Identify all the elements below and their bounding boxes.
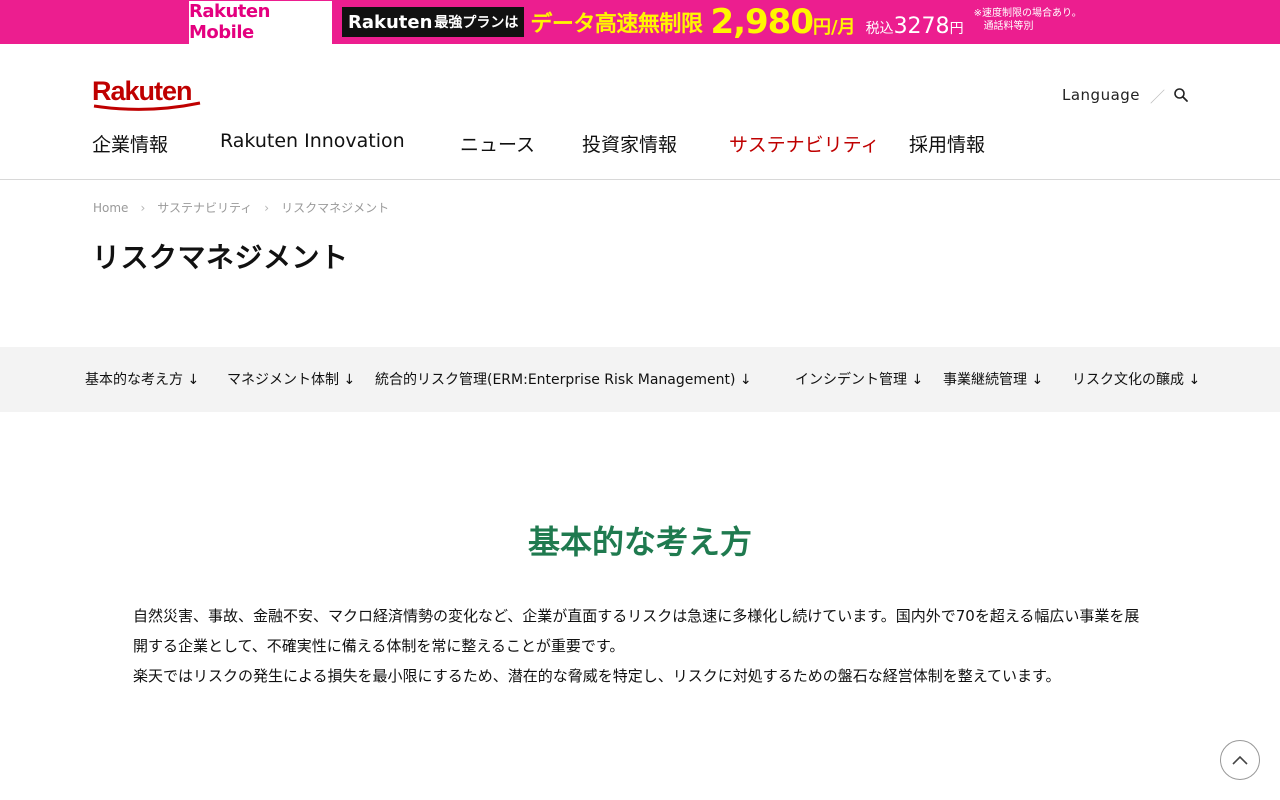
- breadcrumb-current: リスクマネジメント: [281, 201, 390, 215]
- anchor-erm[interactable]: 統合的リスク管理(ERM:Enterprise Risk Management)…: [375, 369, 752, 389]
- rakuten-logo-text: Rakuten: [92, 76, 192, 106]
- chevron-right-icon: ›: [264, 201, 270, 215]
- breadcrumb-home[interactable]: Home: [93, 201, 128, 215]
- section-paragraph: 楽天ではリスクの発生による損失を最小限にするため、潜在的な脅威を特定し、リスクに…: [133, 667, 1061, 685]
- promo-price-unit: 円/月: [812, 17, 856, 38]
- chevron-up-icon: [1232, 755, 1248, 765]
- back-to-top-button[interactable]: [1220, 740, 1260, 780]
- tax-price: 3278: [893, 13, 950, 39]
- promo-headline: データ高速無制限: [530, 12, 703, 37]
- section-heading: 基本的な考え方: [527, 523, 752, 561]
- tax-label: 税込: [865, 20, 894, 37]
- promo-note: ※速度制限の場合あり。 通話料等別: [974, 7, 1082, 33]
- nav-item-innovation[interactable]: Rakuten Innovation: [220, 130, 405, 152]
- anchor-management-structure[interactable]: マネジメント体制 ↓: [227, 369, 355, 389]
- breadcrumb: Home › サステナビリティ › リスクマネジメント: [93, 199, 389, 216]
- promo-banner-content[interactable]: Rakuten Mobile Rakuten 最強プランは データ高速無制限 2,…: [189, 0, 1091, 44]
- promo-price: 2,980: [710, 2, 814, 42]
- nav-item-sustainability[interactable]: サステナビリティ: [729, 130, 879, 157]
- rakuten-logo[interactable]: Rakuten: [92, 76, 202, 112]
- search-icon[interactable]: [1173, 87, 1189, 103]
- language-link[interactable]: Language: [1062, 86, 1140, 104]
- plan-suffix: 最強プランは: [434, 15, 519, 31]
- nav-item-careers[interactable]: 採用情報: [909, 130, 985, 157]
- tax-unit: 円: [949, 20, 964, 37]
- nav-item-corporate[interactable]: 企業情報: [92, 130, 168, 157]
- section-body: 自然災害、事故、金融不安、マクロ経済情勢の変化など、企業が直面するリスクは急速に…: [133, 601, 1153, 691]
- anchor-risk-culture[interactable]: リスク文化の醸成 ↓: [1072, 369, 1200, 389]
- anchor-basic-approach[interactable]: 基本的な考え方 ↓: [85, 369, 199, 389]
- promo-tax-price: 税込3278円: [866, 14, 964, 39]
- site-header: Rakuten Language ／ 企業情報 Rakuten Innovati…: [0, 44, 1280, 180]
- anchor-nav: 基本的な考え方 ↓ マネジメント体制 ↓ 統合的リスク管理(ERM:Enterp…: [0, 347, 1280, 412]
- promo-banner[interactable]: Rakuten Mobile Rakuten 最強プランは データ高速無制限 2,…: [0, 0, 1280, 44]
- page-title: リスクマネジメント: [92, 241, 349, 274]
- anchor-incident-management[interactable]: インシデント管理 ↓: [795, 369, 923, 389]
- section-paragraph: 自然災害、事故、金融不安、マクロ経済情勢の変化など、企業が直面するリスクは急速に…: [133, 607, 1140, 655]
- nav-item-investors[interactable]: 投資家情報: [582, 130, 677, 157]
- anchor-business-continuity[interactable]: 事業継続管理 ↓: [943, 369, 1043, 389]
- nav-item-news[interactable]: ニュース: [460, 130, 535, 157]
- plan-name: Rakuten: [348, 11, 433, 33]
- header-separator: ／: [1150, 88, 1166, 106]
- breadcrumb-sustainability[interactable]: サステナビリティ: [157, 199, 252, 216]
- plan-label: Rakuten 最強プランは: [342, 7, 525, 37]
- rakuten-mobile-logo: Rakuten Mobile: [189, 0, 332, 44]
- promo-note-line: ※速度制限の場合あり。: [973, 8, 1082, 19]
- chevron-right-icon: ›: [140, 201, 146, 215]
- promo-note-line: 通話料等別: [983, 21, 1034, 32]
